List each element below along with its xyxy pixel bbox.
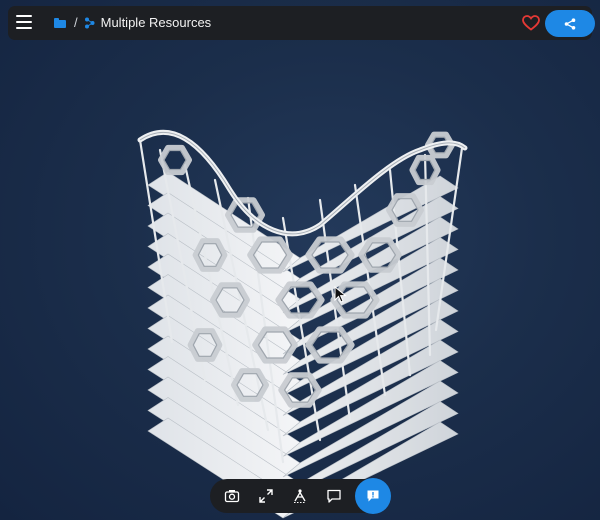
hamburger-menu-icon[interactable] <box>16 15 32 29</box>
share-button[interactable] <box>545 10 595 37</box>
facade-hexagon <box>158 144 192 176</box>
breadcrumb: / Multiple Resources <box>54 15 211 30</box>
facade-hexagon-inner <box>163 149 187 171</box>
page-title[interactable]: Multiple Resources <box>101 15 212 30</box>
model-viewport[interactable] <box>0 0 600 520</box>
heart-outline-icon[interactable] <box>522 15 540 31</box>
mouse-cursor-icon <box>334 286 347 303</box>
chat-icon <box>367 490 379 502</box>
expand-icon[interactable] <box>258 488 274 504</box>
measure-icon[interactable] <box>292 488 308 504</box>
camera-icon[interactable] <box>224 488 240 504</box>
top-bar: / Multiple Resources <box>8 6 595 40</box>
breadcrumb-separator: / <box>74 15 78 30</box>
comment-icon[interactable] <box>326 488 342 504</box>
chat-button[interactable] <box>355 478 391 514</box>
building-model <box>137 129 468 519</box>
share-icon <box>564 17 576 30</box>
folder-icon[interactable] <box>54 17 66 28</box>
model-link-icon <box>84 17 95 28</box>
